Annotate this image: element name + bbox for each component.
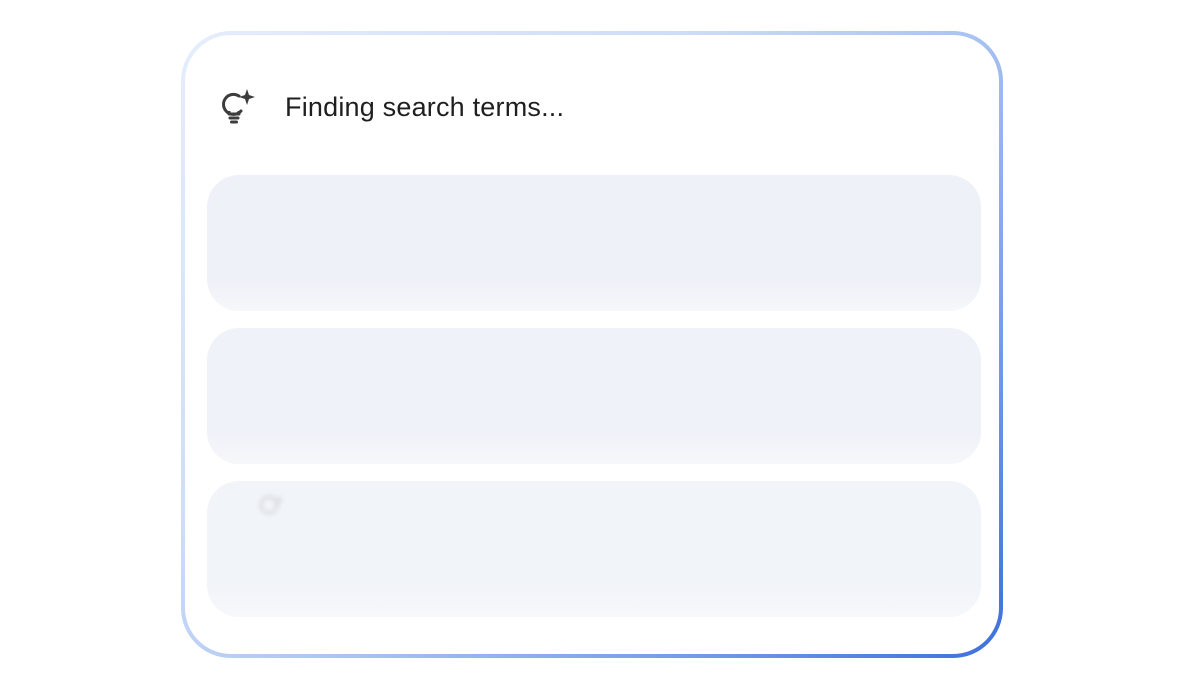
lightbulb-sparkle-icon	[219, 87, 255, 127]
status-title: Finding search terms...	[285, 91, 565, 122]
lightbulb-sparkle-icon	[257, 493, 285, 521]
loading-placeholder	[207, 481, 981, 617]
blurred-content	[257, 491, 311, 521]
loading-card-body: Finding search terms...	[185, 35, 999, 654]
placeholder-shimmer	[207, 434, 981, 464]
loading-placeholder	[207, 328, 981, 464]
status-header: Finding search terms...	[219, 85, 564, 129]
placeholder-shimmer	[207, 587, 981, 617]
loading-placeholder	[207, 175, 981, 311]
placeholder-shimmer	[207, 281, 981, 311]
page: Finding search terms...	[0, 0, 1200, 675]
loading-card: Finding search terms...	[181, 31, 1003, 658]
